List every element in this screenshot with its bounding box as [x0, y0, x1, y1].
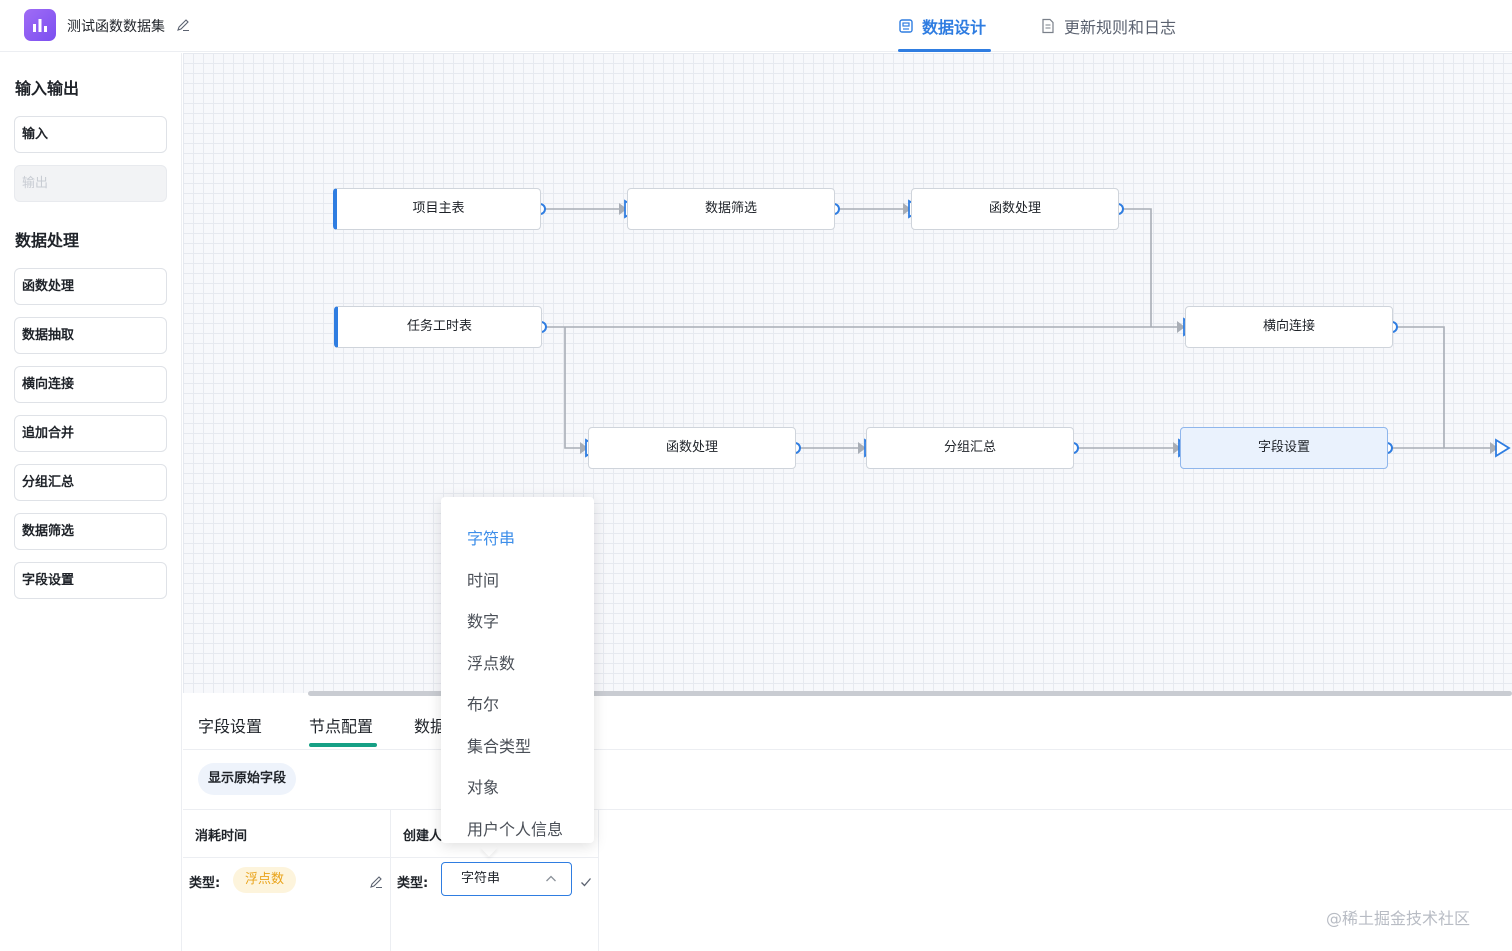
- document-icon: [1042, 18, 1054, 34]
- sidebar-item-field-settings[interactable]: 字段设置: [14, 562, 167, 599]
- sidebar-item-filter[interactable]: 数据筛选: [14, 513, 167, 550]
- node-task-hours-table[interactable]: 任务工时表: [334, 306, 542, 348]
- tab-update-rules-label: 更新规则和日志: [1064, 18, 1177, 37]
- type-label: 类型:: [189, 876, 221, 891]
- type-option-user-info[interactable]: 用户个人信息: [467, 816, 563, 840]
- sidebar-item-input[interactable]: 输入: [14, 116, 167, 153]
- dataset-title: 测试函数数据集: [67, 19, 165, 35]
- divider: [183, 749, 1512, 750]
- divider: [391, 857, 599, 858]
- sidebar: 输入输出 输入 输出 数据处理 函数处理 数据抽取 横向连接 追加合并 分组汇总…: [0, 53, 182, 951]
- type-dropdown-menu: 字符串 时间 数字 浮点数 布尔 集合类型 对象 用户个人信息: [441, 497, 594, 843]
- type-option-time[interactable]: 时间: [467, 567, 499, 591]
- node-field-settings[interactable]: 字段设置: [1180, 427, 1388, 469]
- bar-chart-app-icon: [24, 9, 56, 41]
- sidebar-item-group[interactable]: 分组汇总: [14, 464, 167, 501]
- chevron-up-icon: [546, 875, 556, 882]
- tab-data-design[interactable]: 数据设计: [898, 14, 986, 38]
- type-label: 类型:: [397, 876, 429, 891]
- active-bottom-tab-indicator: [309, 743, 377, 747]
- active-tab-indicator: [898, 49, 991, 52]
- field-name: 创建人: [403, 829, 443, 844]
- edge-layer: [534, 199, 1511, 458]
- sidebar-item-output: 输出: [14, 165, 167, 202]
- divider: [183, 857, 391, 858]
- confirm-check-icon[interactable]: [580, 873, 592, 892]
- node-group-summary[interactable]: 分组汇总: [866, 427, 1074, 469]
- tab-node-config[interactable]: 节点配置: [309, 713, 373, 737]
- tab-update-rules[interactable]: 更新规则和日志: [1040, 14, 1176, 38]
- type-option-collection[interactable]: 集合类型: [467, 733, 531, 757]
- field-column-consumed-time: 消耗时间 类型: 浮点数: [183, 809, 391, 951]
- node-project-main-table[interactable]: 项目主表: [333, 188, 541, 230]
- flow-canvas[interactable]: 项目主表 数据筛选 函数处理 任务工时表 横向连接 函数处理 分组汇总 字段设置: [183, 53, 1512, 693]
- top-bar: 测试函数数据集 数据设计 更新规则和日志: [0, 0, 1512, 52]
- type-select-value: 字符串: [461, 871, 501, 886]
- node-horizontal-join[interactable]: 横向连接: [1185, 306, 1393, 348]
- edit-title-icon[interactable]: [176, 17, 190, 36]
- node-function-1[interactable]: 函数处理: [911, 188, 1119, 230]
- field-name: 消耗时间: [195, 829, 248, 844]
- tab-field-settings[interactable]: 字段设置: [198, 713, 262, 737]
- type-badge-float: 浮点数: [233, 867, 297, 893]
- type-option-float[interactable]: 浮点数: [467, 650, 515, 674]
- watermark: @稀土掘金技术社区: [1326, 909, 1471, 928]
- tab-data-design-label: 数据设计: [922, 18, 987, 37]
- node-data-filter[interactable]: 数据筛选: [627, 188, 835, 230]
- data-design-icon: [899, 19, 913, 33]
- node-function-2[interactable]: 函数处理: [588, 427, 796, 469]
- type-option-string[interactable]: 字符串: [467, 525, 515, 549]
- config-panel: 字段设置 节点配置 数据 显示原始字段 消耗时间 类型: 浮点数 创建人 类型:…: [183, 696, 1512, 951]
- sidebar-item-join[interactable]: 横向连接: [14, 366, 167, 403]
- sidebar-item-function[interactable]: 函数处理: [14, 268, 167, 305]
- edit-type-icon[interactable]: [369, 874, 383, 893]
- type-option-boolean[interactable]: 布尔: [467, 691, 499, 715]
- type-option-number[interactable]: 数字: [467, 608, 499, 632]
- type-select[interactable]: 字符串: [441, 862, 572, 896]
- show-original-fields-button[interactable]: 显示原始字段: [198, 763, 297, 795]
- sidebar-heading-processing: 数据处理: [15, 231, 80, 250]
- type-option-object[interactable]: 对象: [467, 774, 499, 798]
- sidebar-heading-io: 输入输出: [15, 79, 80, 98]
- sidebar-item-extract[interactable]: 数据抽取: [14, 317, 167, 354]
- sidebar-item-append[interactable]: 追加合并: [14, 415, 167, 452]
